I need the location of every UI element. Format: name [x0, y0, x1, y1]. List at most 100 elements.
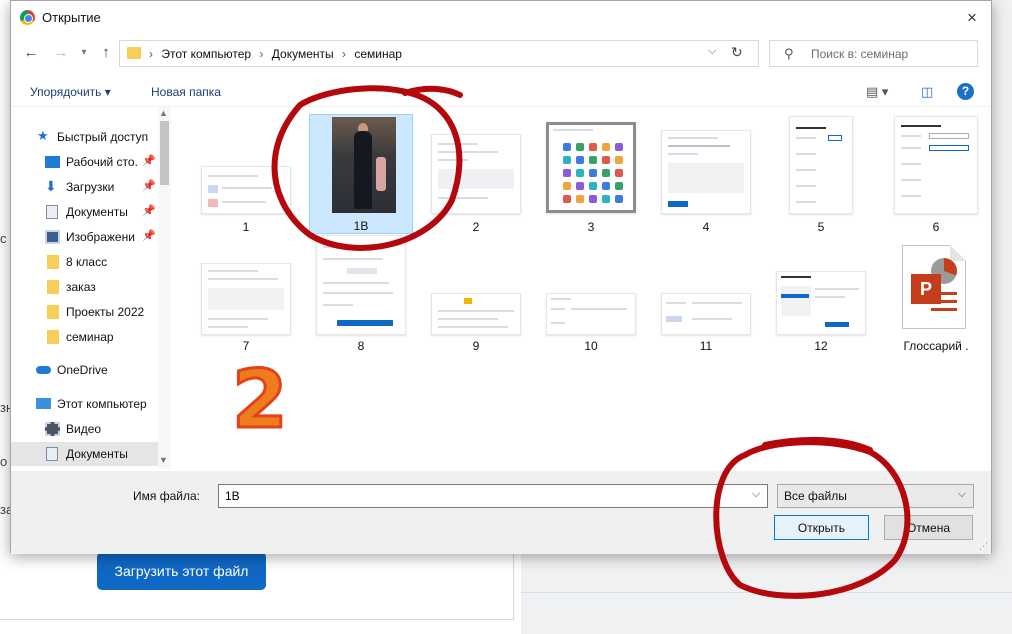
star-icon: ★	[37, 128, 49, 143]
address-dropdown-chevron-icon[interactable]: ⌵	[708, 45, 716, 58]
forward-arrow-icon[interactable]: →	[50, 42, 72, 64]
file-item[interactable]: 5	[769, 116, 873, 236]
folder-icon	[47, 255, 59, 269]
sidebar-item-folder[interactable]: 8 класс	[11, 250, 158, 274]
file-item[interactable]: 10	[539, 241, 643, 361]
recent-locations-chevron-icon[interactable]: ▾	[73, 42, 95, 64]
preview-pane-icon[interactable]: ◫	[921, 84, 933, 100]
address-bar[interactable]: › Этот компьютер › Документы › семинар ⌵	[119, 40, 759, 67]
file-name: 7	[242, 339, 250, 353]
close-button[interactable]: ×	[959, 5, 985, 31]
file-item-selected[interactable]: 1В	[309, 114, 413, 234]
folder-icon	[127, 47, 141, 59]
file-thumbnail	[546, 122, 636, 213]
chevron-down-icon: ⌵	[957, 488, 966, 500]
file-item[interactable]: 2	[424, 116, 528, 236]
sidebar-item-label: Проекты 2022	[66, 305, 145, 319]
sidebar-item-folder[interactable]: Проекты 2022	[11, 300, 158, 324]
file-thumbnail	[776, 271, 866, 335]
file-name: 1В	[353, 219, 369, 233]
sidebar-item-documents[interactable]: Документы	[11, 442, 158, 466]
file-item[interactable]: P Глоссарий .	[884, 241, 988, 361]
sidebar-item-desktop[interactable]: Рабочий сто. 📌	[11, 150, 158, 174]
scrollbar-thumb[interactable]	[160, 121, 169, 185]
dialog-titlebar: Открытие ×	[11, 1, 991, 35]
file-type-select[interactable]: Все файлы ⌵	[777, 484, 974, 508]
file-thumbnail	[546, 293, 636, 335]
search-input[interactable]: ⚲ Поиск в: семинар	[769, 40, 978, 67]
organize-menu-button[interactable]: Упорядочить ▾	[30, 85, 111, 99]
resize-grip-icon[interactable]: ⋰	[979, 541, 988, 552]
back-arrow-icon[interactable]: ←	[20, 42, 42, 64]
file-name: 11	[699, 339, 713, 353]
up-arrow-icon[interactable]: ↑	[95, 42, 117, 64]
background-text-fragment: с	[0, 231, 7, 246]
file-name-dropdown-chevron-icon[interactable]: ⌵	[752, 488, 760, 501]
change-view-icon[interactable]: ▤ ▾	[866, 84, 888, 100]
sidebar-item-label: Быстрый доступ	[57, 130, 149, 144]
sidebar-item-onedrive[interactable]: OneDrive	[11, 358, 158, 382]
scroll-down-icon[interactable]: ▼	[159, 455, 168, 465]
file-name: 3	[587, 220, 595, 234]
sidebar-item-label: Видео	[66, 422, 102, 436]
sidebar-item-label: Изображени	[66, 230, 135, 244]
documents-icon	[46, 447, 58, 461]
file-thumbnail	[431, 293, 521, 335]
file-item[interactable]: 3	[539, 116, 643, 236]
file-item[interactable]: 9	[424, 241, 528, 361]
new-folder-button[interactable]: Новая папка	[151, 85, 221, 99]
sidebar-item-folder[interactable]: семинар	[11, 325, 158, 349]
open-button[interactable]: Открыть	[774, 515, 869, 540]
file-item[interactable]: 6	[884, 116, 988, 236]
pin-icon: 📌	[142, 205, 156, 217]
pictures-icon	[45, 230, 60, 244]
sidebar-item-video[interactable]: Видео	[11, 417, 158, 441]
file-name-field[interactable]	[218, 484, 768, 508]
sidebar-item-label: 8 класс	[66, 255, 108, 269]
computer-icon	[36, 398, 51, 409]
scroll-up-icon[interactable]: ▲	[159, 108, 168, 118]
breadcrumb: › Этот компьютер › Документы › семинар	[149, 47, 402, 61]
file-thumbnail	[894, 116, 978, 214]
upload-file-button[interactable]: Загрузить этот файл	[97, 552, 266, 590]
search-placeholder: Поиск в: семинар	[811, 47, 909, 61]
file-thumbnail	[789, 116, 853, 214]
sidebar-item-quick-access[interactable]: ★ Быстрый доступ	[11, 125, 158, 149]
dialog-title: Открытие	[42, 10, 101, 25]
file-name: 1	[242, 220, 250, 234]
breadcrumb-item[interactable]: семинар	[354, 47, 402, 61]
folder-icon	[47, 280, 59, 294]
refresh-icon[interactable]: ↻	[731, 44, 743, 61]
chrome-icon	[20, 10, 35, 25]
sidebar-item-documents[interactable]: Документы 📌	[11, 200, 158, 224]
file-item[interactable]: 12	[769, 241, 873, 361]
file-item[interactable]: 11	[654, 241, 758, 361]
documents-icon	[46, 205, 58, 219]
file-name: Глоссарий .	[903, 339, 969, 353]
file-item[interactable]: 8	[309, 235, 413, 361]
sidebar-item-folder[interactable]: заказ	[11, 275, 158, 299]
navigation-pane: ★ Быстрый доступ Рабочий сто. 📌 ⬇ Загруз…	[11, 107, 171, 469]
sidebar-item-downloads[interactable]: ⬇ Загрузки 📌	[11, 175, 158, 199]
cancel-button[interactable]: Отмена	[884, 515, 973, 540]
sidebar-item-label: заказ	[66, 280, 96, 294]
file-item[interactable]: 7	[194, 241, 298, 361]
file-item[interactable]: 1	[194, 116, 298, 236]
sidebar-item-this-pc[interactable]: Этот компьютер	[11, 392, 158, 416]
file-thumbnail	[201, 166, 291, 214]
sidebar-item-pictures[interactable]: Изображени 📌	[11, 225, 158, 249]
cloud-icon	[36, 366, 51, 374]
pin-icon: 📌	[142, 230, 156, 242]
file-name: 12	[814, 339, 828, 353]
help-icon[interactable]: ?	[957, 83, 974, 100]
open-file-dialog: Открытие × ← → ▾ ↑ › Этот компьютер › До…	[10, 0, 992, 554]
file-name: 6	[932, 220, 940, 234]
breadcrumb-item[interactable]: Этот компьютер	[161, 47, 251, 61]
sidebar-item-label: Этот компьютер	[57, 397, 147, 411]
sidebar-item-label: Документы	[66, 205, 128, 219]
file-thumbnail	[201, 263, 291, 335]
file-item[interactable]: 4	[654, 116, 758, 236]
sidebar-scrollbar[interactable]: ▲ ▼	[158, 107, 171, 469]
sidebar-item-label: Загрузки	[66, 180, 115, 194]
breadcrumb-item[interactable]: Документы	[272, 47, 334, 61]
